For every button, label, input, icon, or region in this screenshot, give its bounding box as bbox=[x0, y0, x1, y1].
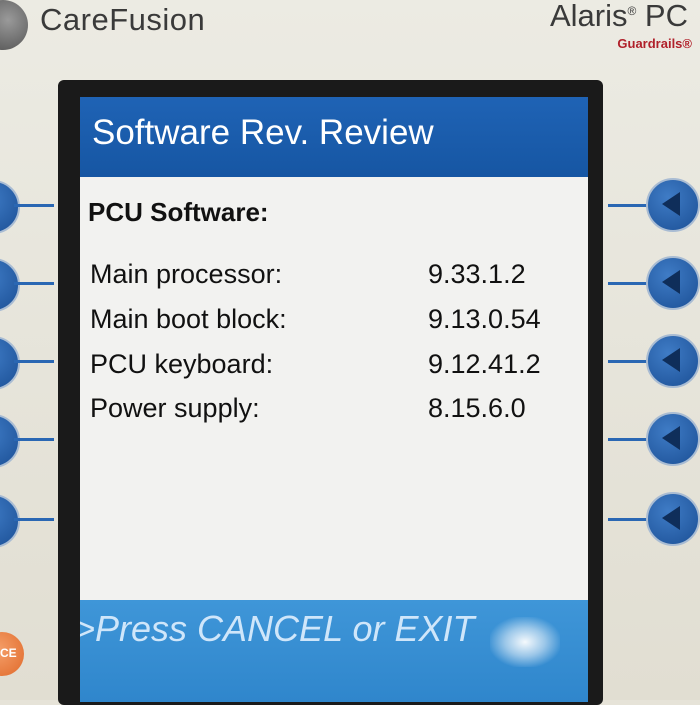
registered-mark: ® bbox=[627, 4, 637, 18]
guardrails-label: Guardrails® bbox=[617, 36, 692, 51]
right-soft-key-4[interactable] bbox=[646, 412, 700, 466]
row-value-pcu-keyboard: 9.12.41.2 bbox=[428, 349, 541, 379]
screen-glare bbox=[490, 617, 560, 667]
section-heading: PCU Software: bbox=[88, 197, 269, 227]
right-key-line-1 bbox=[608, 204, 650, 207]
right-key-line-4 bbox=[608, 438, 650, 441]
footer-prompt: >Press CANCEL or EXIT bbox=[80, 608, 475, 649]
brand-name: CareFusion bbox=[40, 2, 206, 37]
right-key-line-3 bbox=[608, 360, 650, 363]
row-value-main-processor: 9.33.1.2 bbox=[428, 259, 526, 289]
right-soft-key-5[interactable] bbox=[646, 492, 700, 546]
arrow-left-icon bbox=[662, 506, 680, 530]
right-key-line-2 bbox=[608, 282, 650, 285]
row-label-main-boot-block: Main boot block: bbox=[90, 304, 287, 334]
left-key-line-1 bbox=[14, 204, 54, 207]
model-name: Alaris® PC bbox=[550, 0, 688, 34]
model-label: Alaris bbox=[549, 0, 628, 33]
left-key-line-4 bbox=[14, 438, 54, 441]
left-key-line-2 bbox=[14, 282, 54, 285]
row-label-main-processor: Main processor: bbox=[90, 259, 283, 289]
right-soft-key-2[interactable] bbox=[646, 256, 700, 310]
arrow-left-icon bbox=[662, 270, 680, 294]
left-key-line-3 bbox=[14, 360, 54, 363]
model-suffix: PC bbox=[644, 0, 688, 33]
row-label-power-supply: Power supply: bbox=[90, 393, 260, 423]
row-value-power-supply: 8.15.6.0 bbox=[428, 393, 526, 423]
cancel-key-label: CE bbox=[0, 646, 17, 660]
right-key-line-5 bbox=[608, 518, 650, 521]
title-bar: Software Rev. Review bbox=[80, 97, 588, 177]
right-soft-key-1[interactable] bbox=[646, 178, 700, 232]
page-title: Software Rev. Review bbox=[92, 113, 434, 152]
right-soft-key-3[interactable] bbox=[646, 334, 700, 388]
lcd-screen: Software Rev. Review PCU Software: Main … bbox=[80, 97, 588, 702]
row-label-pcu-keyboard: PCU keyboard: bbox=[90, 349, 274, 379]
left-key-line-5 bbox=[14, 518, 54, 521]
row-value-main-boot-block: 9.13.0.54 bbox=[428, 304, 541, 334]
arrow-left-icon bbox=[662, 192, 680, 216]
arrow-left-icon bbox=[662, 348, 680, 372]
arrow-left-icon bbox=[662, 426, 680, 450]
